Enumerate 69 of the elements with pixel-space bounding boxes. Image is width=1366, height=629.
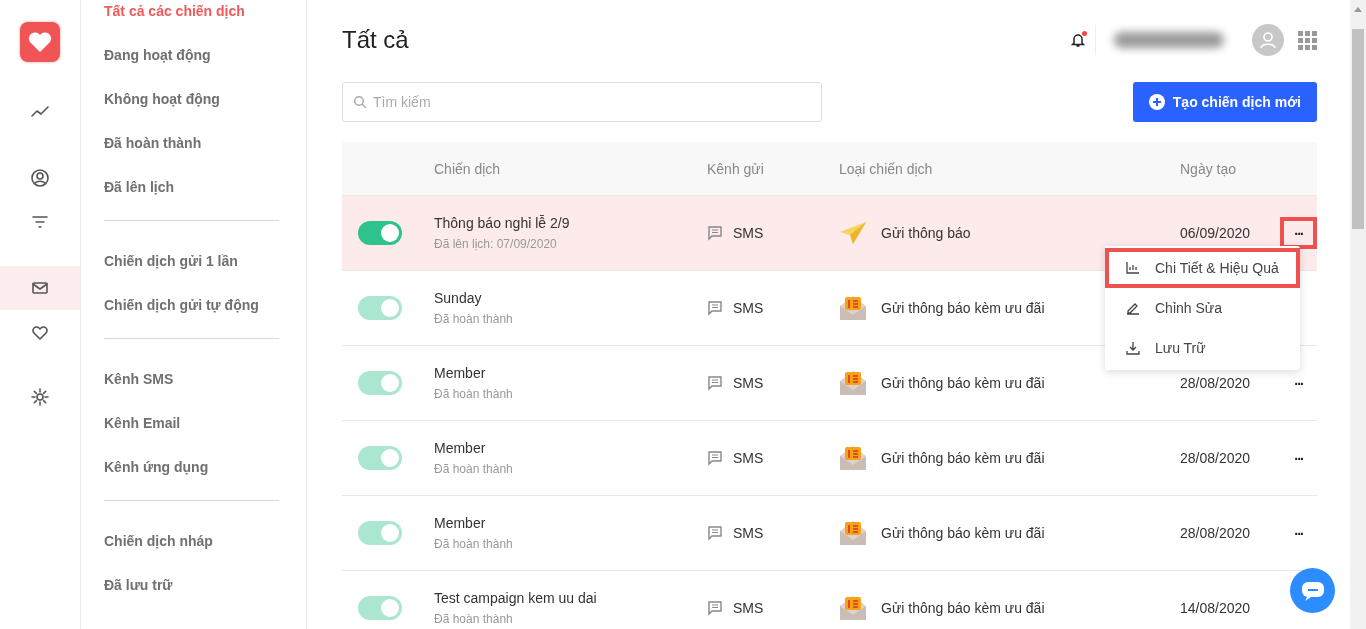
table-cell: SMS [733,600,764,616]
message-icon [707,525,723,541]
table-cell: SMS [733,525,764,541]
user-icon[interactable] [29,167,51,189]
sidebar-item[interactable]: Đã lên lịch [104,176,279,220]
plus-circle-icon [1148,94,1165,110]
campaign-status: Đã hoàn thành [434,537,514,551]
create-campaign-button[interactable]: Tạo chiến dịch mới [1132,82,1317,122]
table-cell: Gửi thông báo [881,225,971,241]
table-cell: 14/08/2020 [1180,600,1251,616]
campaign-status: Đã hoàn thành [434,612,514,626]
envelope-coupon-icon [839,594,867,622]
app-logo-icon[interactable] [20,22,60,62]
chat-icon [1300,580,1325,601]
table-cell: SMS [733,375,764,391]
sidebar-item[interactable]: Đang hoạt động [104,44,279,88]
sidebar-item[interactable]: Kênh ứng dụng [104,456,279,500]
table-cell: Gửi thông báo kèm ưu đãi [881,600,1045,616]
avatar-icon[interactable] [1252,24,1284,56]
table-cell: Gửi thông báo kèm ưu đãi [881,300,1045,316]
message-icon [707,225,723,241]
column-header: Kênh gửi [707,160,764,177]
table-cell: SMS [733,225,764,241]
campaign-status: Đã hoàn thành [434,387,514,401]
toggle-switch[interactable] [358,221,402,245]
sidebar-item[interactable]: Chiến dịch nháp [104,530,279,574]
campaign-status: Đã hoàn thành [434,462,514,476]
page-title: Tất cả [342,26,410,54]
envelope-coupon-icon [839,294,867,322]
table-cell: Gửi thông báo kèm ưu đãi [881,525,1045,541]
table-cell: 28/08/2020 [1180,450,1251,466]
sidebar-item[interactable]: Chiến dịch gửi 1 lần [104,250,279,294]
bar-chart-icon [1125,260,1141,276]
message-icon [707,300,723,316]
table-cell: SMS [733,450,764,466]
sidebar-item[interactable]: Không hoạt động [104,88,279,132]
campaign-status: Đã lên lịch: 07/09/2020 [434,237,558,251]
campaign-status: Đã hoàn thành [434,312,514,326]
table-cell: Gửi thông báo kèm ưu đãi [881,375,1045,391]
table-cell: Gửi thông báo kèm ưu đãi [881,450,1045,466]
column-header: Chiến dịch [434,160,501,177]
campaign-name[interactable]: Thông báo nghỉ lễ 2/9 [434,215,707,231]
search-field[interactable]: Tìm kiếm [342,82,822,122]
envelope-coupon-icon [839,444,867,472]
table-cell: 28/08/2020 [1180,525,1251,541]
envelope-coupon-icon [839,519,867,547]
notification-bell-icon[interactable] [1071,32,1085,48]
menu-item[interactable]: Chi Tiết & Hiệu Quả [1105,248,1300,288]
message-icon [707,375,723,391]
message-icon [707,600,723,616]
sidebar-item[interactable]: Đã hoàn thành [104,132,279,176]
column-header: Ngày tạo [1180,160,1237,177]
envelope-coupon-icon [839,369,867,397]
scrollbar-thumb[interactable] [1352,29,1364,229]
sidebar-item[interactable]: Đã lưu trữ [104,574,279,618]
apps-grid-icon[interactable] [1298,30,1317,50]
sidebar-item[interactable]: Kênh SMS [104,368,279,412]
sidebar-item[interactable]: Kênh Email [104,412,279,456]
sidebar-item[interactable]: Chiến dịch gửi tự động [104,294,279,338]
column-header: Loại chiến dịch [839,160,933,177]
table-cell: 06/09/2020 [1180,225,1251,241]
settings-icon[interactable] [29,386,51,408]
download-icon [1125,340,1141,356]
message-icon [707,450,723,466]
table-cell: SMS [733,300,764,316]
menu-item[interactable]: Chỉnh Sửa [1105,288,1300,328]
scroll-up-icon[interactable] [1354,6,1362,12]
table-cell: 28/08/2020 [1180,375,1251,391]
paper-plane-icon [839,220,867,246]
